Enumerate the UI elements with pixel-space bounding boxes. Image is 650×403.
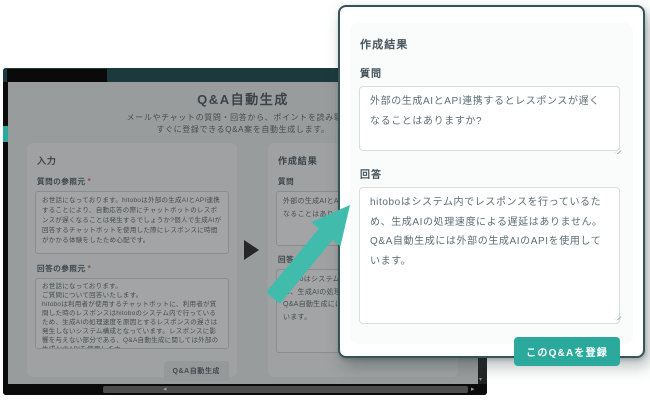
result-popup-card: 作成結果 質問 外部の生成AIとAPI連携するとレスポンスが遅くなることはありま… [350, 23, 633, 344]
popup-question-textarea[interactable]: 外部の生成AIとAPI連携するとレスポンスが遅くなることはありますか? [359, 86, 620, 151]
popup-answer-textarea[interactable]: hitoboはシステム内でレスポンスを行っているため、生成AIの処理速度による遅… [359, 187, 620, 324]
zoom-callout-arrow-icon [258, 193, 358, 311]
browser-tab[interactable] [7, 69, 107, 82]
side-feedback-tab[interactable] [3, 126, 8, 142]
popup-title: 作成結果 [360, 36, 620, 52]
result-popup: 作成結果 質問 外部の生成AIとAPI連携するとレスポンスが遅くなることはありま… [338, 5, 645, 358]
popup-question-label: 質問 [360, 65, 620, 80]
scroll-left-icon[interactable]: ◂ [163, 385, 167, 394]
register-qa-button[interactable]: このQ&Aを登録 [514, 337, 620, 366]
screenshot-canvas: Q&A自動生成 メールやチャットの質問・回答から、ポイントを読み取り、 すぐに登… [0, 0, 650, 403]
horizontal-scrollbar-thumb[interactable] [103, 386, 468, 393]
horizontal-scrollbar[interactable]: ◂ ▸ [3, 384, 487, 395]
scroll-right-icon[interactable]: ▸ [471, 385, 475, 394]
popup-answer-label: 回答 [360, 166, 620, 181]
scroll-down-icon[interactable]: ▾ [479, 376, 482, 383]
popup-actions: このQ&Aを登録 [359, 337, 620, 366]
